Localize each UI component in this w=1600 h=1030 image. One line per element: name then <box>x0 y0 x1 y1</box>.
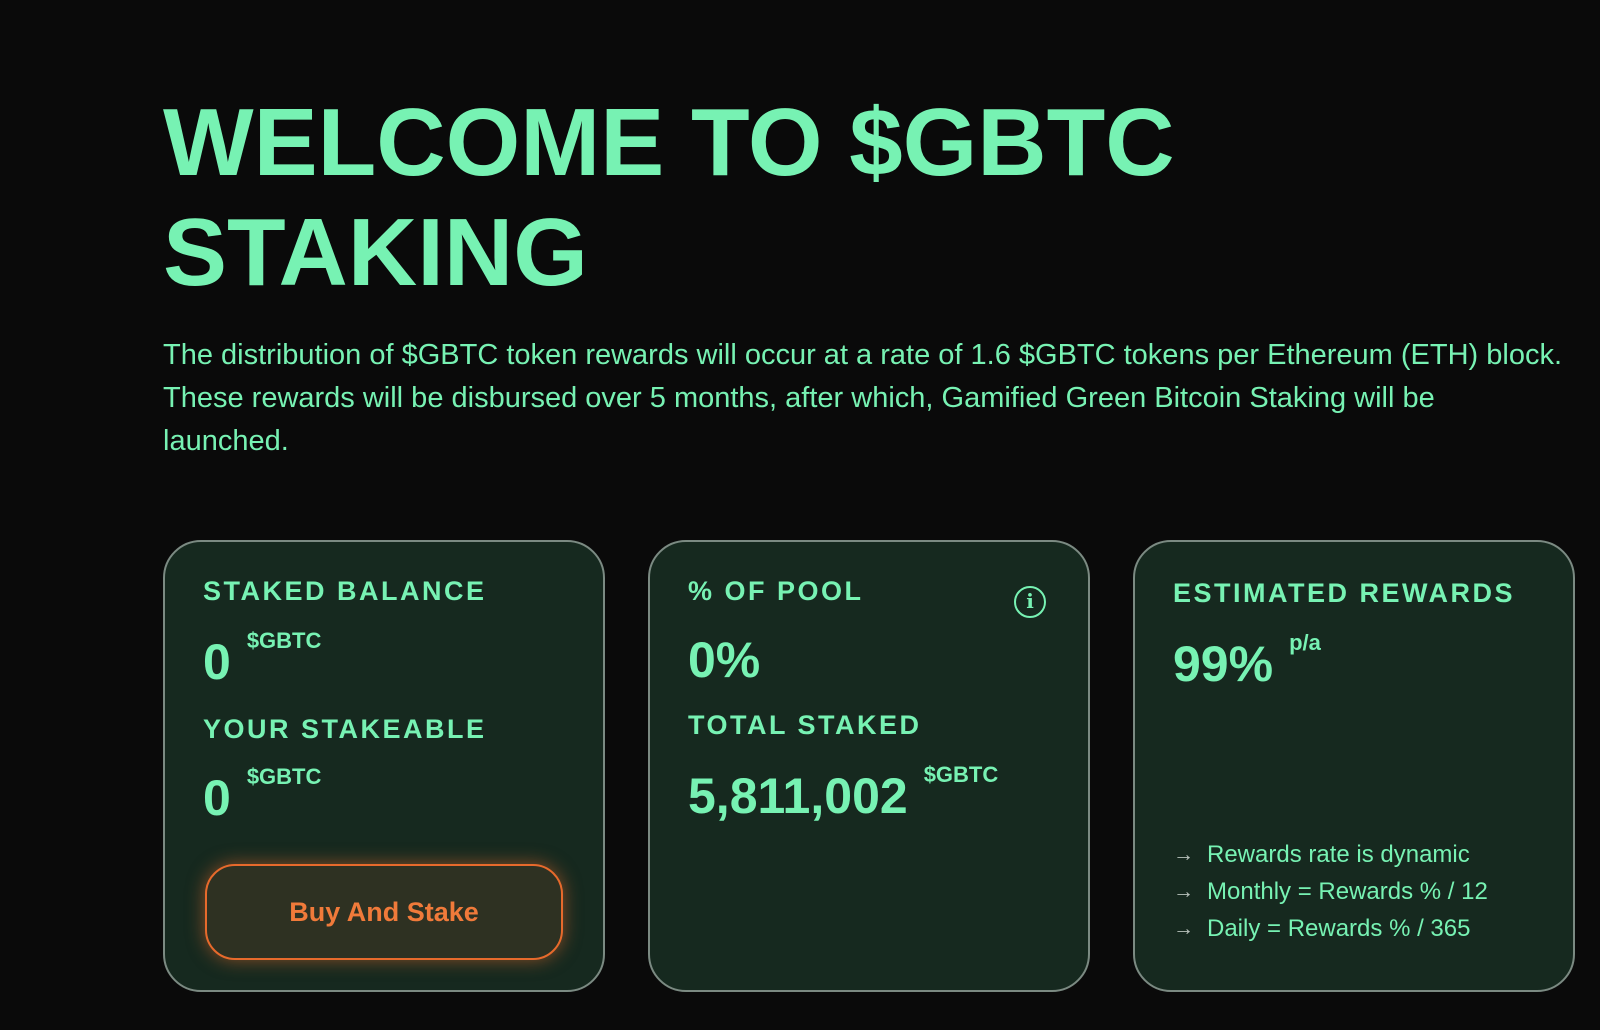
estimated-rewards-value: 99% <box>1173 636 1274 692</box>
rewards-note-text: Rewards rate is dynamic <box>1207 840 1470 868</box>
stakeable-value-row: 0 $GBTC <box>203 764 321 826</box>
pool-share-label: % OF POOL <box>688 576 864 606</box>
staked-balance-unit: $GBTC <box>246 628 322 653</box>
pool-share-value-row: 0% <box>688 632 760 688</box>
total-staked-unit: $GBTC <box>923 762 999 787</box>
arrow-right-icon: → <box>1173 842 1194 866</box>
estimated-rewards-unit: p/a <box>1289 630 1321 655</box>
pool-share-value: 0% <box>688 632 761 688</box>
list-item: → Daily = Rewards % / 365 <box>1173 910 1488 947</box>
staked-balance-card: STAKED BALANCE 0 $GBTC YOUR STAKEABLE 0 … <box>163 540 605 992</box>
page-title-line-1: WELCOME TO $GBTC <box>163 89 1175 196</box>
list-item: → Rewards rate is dynamic <box>1173 836 1488 873</box>
stakeable-value: 0 <box>203 770 231 826</box>
total-staked-value: 5,811,002 <box>688 768 908 824</box>
arrow-right-icon: → <box>1173 916 1194 940</box>
rewards-notes-list: → Rewards rate is dynamic → Monthly = Re… <box>1173 836 1488 947</box>
page-description: The distribution of $GBTC token rewards … <box>163 339 1563 457</box>
staking-page: WELCOME TO $GBTC STAKING The distributio… <box>0 0 1600 1030</box>
rewards-note-text: Daily = Rewards % / 365 <box>1207 914 1471 942</box>
pool-card: % OF POOL i 0% TOTAL STAKED 5,811,002 $G… <box>648 540 1090 992</box>
staked-balance-value: 0 <box>203 634 231 690</box>
staked-balance-value-row: 0 $GBTC <box>203 628 321 690</box>
arrow-right-icon: → <box>1173 879 1194 903</box>
estimated-rewards-card: ESTIMATED REWARDS 99% p/a → Rewards rate… <box>1133 540 1575 992</box>
page-title: WELCOME TO $GBTC STAKING <box>163 88 1463 308</box>
stakeable-unit: $GBTC <box>246 764 322 789</box>
page-title-line-2: STAKING <box>163 199 588 306</box>
estimated-rewards-label: ESTIMATED REWARDS <box>1173 578 1516 608</box>
total-staked-value-row: 5,811,002 $GBTC <box>688 762 998 824</box>
staked-balance-label: STAKED BALANCE <box>203 576 487 606</box>
info-icon[interactable]: i <box>1014 586 1046 618</box>
rewards-note-text: Monthly = Rewards % / 12 <box>1207 877 1488 905</box>
total-staked-label: TOTAL STAKED <box>688 710 922 740</box>
buy-and-stake-button[interactable]: Buy And Stake <box>205 864 563 960</box>
list-item: → Monthly = Rewards % / 12 <box>1173 873 1488 910</box>
estimated-rewards-value-row: 99% p/a <box>1173 630 1321 692</box>
stakeable-label: YOUR STAKEABLE <box>203 714 487 744</box>
